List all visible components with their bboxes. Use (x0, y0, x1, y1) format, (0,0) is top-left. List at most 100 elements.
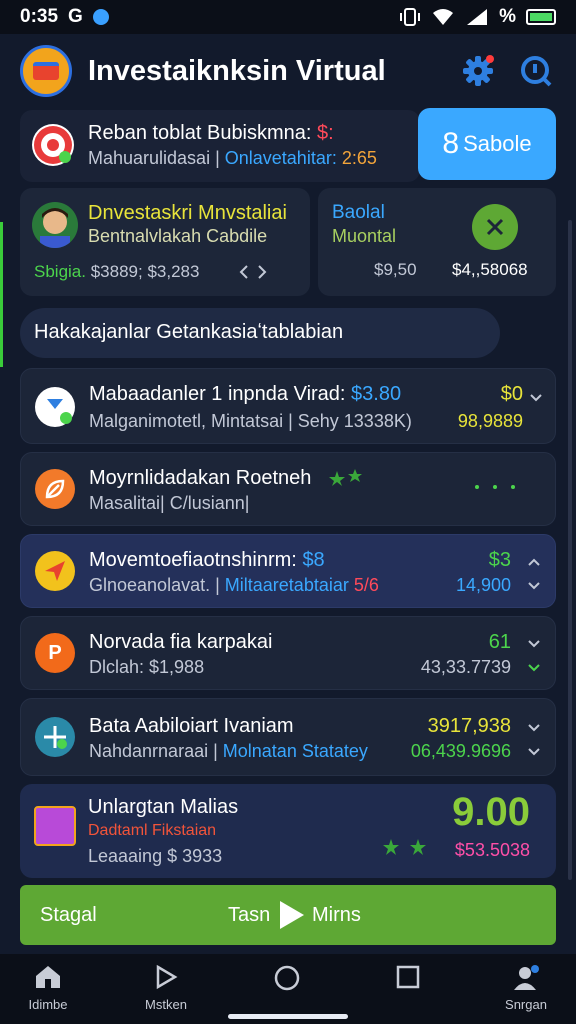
signal-icon (467, 9, 488, 25)
status-app-letter: G (68, 6, 83, 27)
chevron-down-icon[interactable] (527, 745, 541, 759)
chevron-down-icon[interactable] (527, 637, 541, 651)
row3-title: Movemtoefiaotnshinrm: (89, 549, 297, 571)
row1-title: Mabaadanler 1 inpnda Virad: (89, 383, 346, 405)
battery-icon (526, 9, 556, 25)
summary-line1: Reban toblat Bubiskmna: (88, 122, 312, 144)
featured-title: Unlargtan Malias (88, 796, 239, 818)
vibrate-icon (400, 8, 421, 26)
square-icon (396, 965, 420, 989)
balance-value-left: $9,50 (374, 260, 417, 279)
chevron-right-icon[interactable] (256, 264, 268, 280)
list-item[interactable]: Movemtoefiaotnshinrm: $8 Glnoeanolavat. … (20, 534, 556, 608)
row5-title: Bata Aabiloiart Ivaniam (89, 715, 294, 737)
search-button[interactable] (516, 51, 556, 91)
gear-icon (463, 55, 494, 86)
summary-card: Reban toblat Bubiskmna: $: Mahuarulidasa… (20, 110, 420, 182)
row5-value2: 06,439.9696 (410, 741, 511, 761)
row2-title: Moyrnlidadakan Roetneh (89, 467, 312, 489)
chevron-up-icon[interactable] (527, 555, 541, 569)
row4-value2: 43,33.7739 (420, 657, 511, 677)
portfolio-card[interactable]: Dnvestaskri Mnvstaliai Bentnalvlakah Cab… (20, 188, 310, 296)
summary-line2-link[interactable]: Onlavetahitar: (225, 148, 337, 168)
home-icon (36, 966, 60, 988)
row3-subtitle-value: 5/6 (353, 575, 379, 595)
chevron-down-icon[interactable] (527, 579, 541, 593)
featured-price: $53.5038 (454, 840, 530, 860)
portfolio-title: Dnvestaskri Mnvstaliai (88, 202, 287, 224)
row4-title: Norvada fia karpakai (89, 631, 273, 653)
row1-value1: $0 (500, 383, 523, 405)
summary-line1-value: $: (317, 122, 334, 144)
sabole-button-label: Sabole (463, 131, 532, 156)
featured-subtitle: Dadtaml Fikstaian (88, 822, 217, 839)
settings-button[interactable] (458, 51, 498, 91)
nav-profile-label: Snrgan (505, 997, 547, 1012)
play-bar-center: Tasn (228, 904, 271, 926)
row1-title-value: $3.80 (351, 383, 402, 405)
row4-subtitle: Dlclah: $1,988 (89, 657, 205, 677)
row5-value1: 3917,938 (427, 715, 511, 737)
list-item[interactable]: P Norvada fia karpakai Dlclah: $1,988 61… (20, 616, 556, 690)
loading-dots (475, 485, 515, 489)
stars-icon (329, 469, 362, 486)
app-logo (20, 45, 72, 97)
summary-line2: Mahuarulidasai | (88, 148, 220, 168)
nav-circle[interactable] (257, 964, 317, 995)
stars-icon (383, 839, 426, 855)
chevron-down-icon[interactable] (527, 721, 541, 735)
status-time: 0:35 (20, 6, 59, 27)
shop-icon (34, 806, 76, 846)
balance-label2: Muontal (332, 226, 397, 246)
play-icon (280, 901, 304, 929)
row3-subtitle-link[interactable]: Miltaaretabtaiar (225, 575, 349, 595)
app-header: Investaiknksin Virtual (0, 34, 576, 108)
featured-card[interactable]: Unlargtan Malias Dadtaml Fikstaian Leaaa… (20, 784, 556, 878)
chevron-down-icon[interactable] (527, 661, 541, 675)
list-item[interactable]: Mabaadanler 1 inpnda Virad: $3.80 Malgan… (20, 368, 556, 444)
nav-square[interactable] (378, 964, 438, 993)
sabole-button[interactable]: 8 Sabole (418, 108, 556, 180)
app-title: Investaiknksin Virtual (88, 54, 386, 87)
featured-big-value: 9.00 (452, 790, 530, 834)
section-title: Hakakajanlar Getankasiaʻtablabian (34, 321, 344, 343)
close-icon (486, 218, 504, 236)
portfolio-footer-label: Sbigia. (34, 262, 86, 281)
wifi-icon (433, 9, 454, 25)
close-circle-button[interactable] (472, 204, 518, 250)
play-outline-icon (156, 964, 178, 990)
row3-title-value: $8 (302, 549, 325, 571)
circle-icon (274, 965, 300, 991)
row5-subtitle-link[interactable]: Molnatan Statatey (223, 741, 368, 761)
balance-card[interactable]: Baolal Muontal $9,50 $4,,58068 (318, 188, 556, 296)
portfolio-footer-value: $3889; $3,283 (90, 262, 200, 281)
row3-subtitle: Glnoeanolavat. | (89, 575, 220, 595)
play-bar-right: Mirns (312, 904, 361, 926)
sabole-button-prefix: 8 (442, 127, 460, 160)
edge-indicator (0, 222, 3, 367)
scrollbar[interactable] (568, 220, 572, 880)
profile-icon (514, 965, 539, 990)
bookmark-icon (35, 387, 75, 427)
home-indicator[interactable] (228, 1014, 348, 1019)
leaf-icon (35, 469, 75, 509)
row5-subtitle: Nahdanrnaraai | (89, 741, 218, 761)
row4-value1: 61 (488, 631, 511, 653)
nav-play[interactable]: Mstken (136, 964, 196, 1012)
nav-home[interactable]: Idimbe (18, 964, 78, 1012)
chevron-down-icon[interactable] (529, 391, 543, 405)
globe-icon (92, 9, 109, 25)
list-item[interactable]: Bata Aabiloiart Ivaniam Nahdanrnaraai | … (20, 698, 556, 776)
search-icon (521, 56, 552, 87)
row1-value2: 98,9889 (457, 411, 523, 431)
chevron-left-icon[interactable] (238, 264, 250, 280)
nav-home-label: Idimbe (28, 997, 68, 1012)
send-icon (35, 551, 75, 591)
play-bar-button[interactable]: Stagal Tasn Mirns (20, 885, 556, 945)
nav-profile[interactable]: Snrgan (496, 964, 556, 1012)
battery-percent: % (499, 6, 516, 27)
summary-line2-value: 2:65 (341, 148, 377, 168)
target-icon (32, 124, 74, 166)
list-item[interactable]: Moyrnlidadakan Roetneh Masalitai| C/lusi… (20, 452, 556, 526)
row3-value2: 14,900 (455, 575, 511, 595)
